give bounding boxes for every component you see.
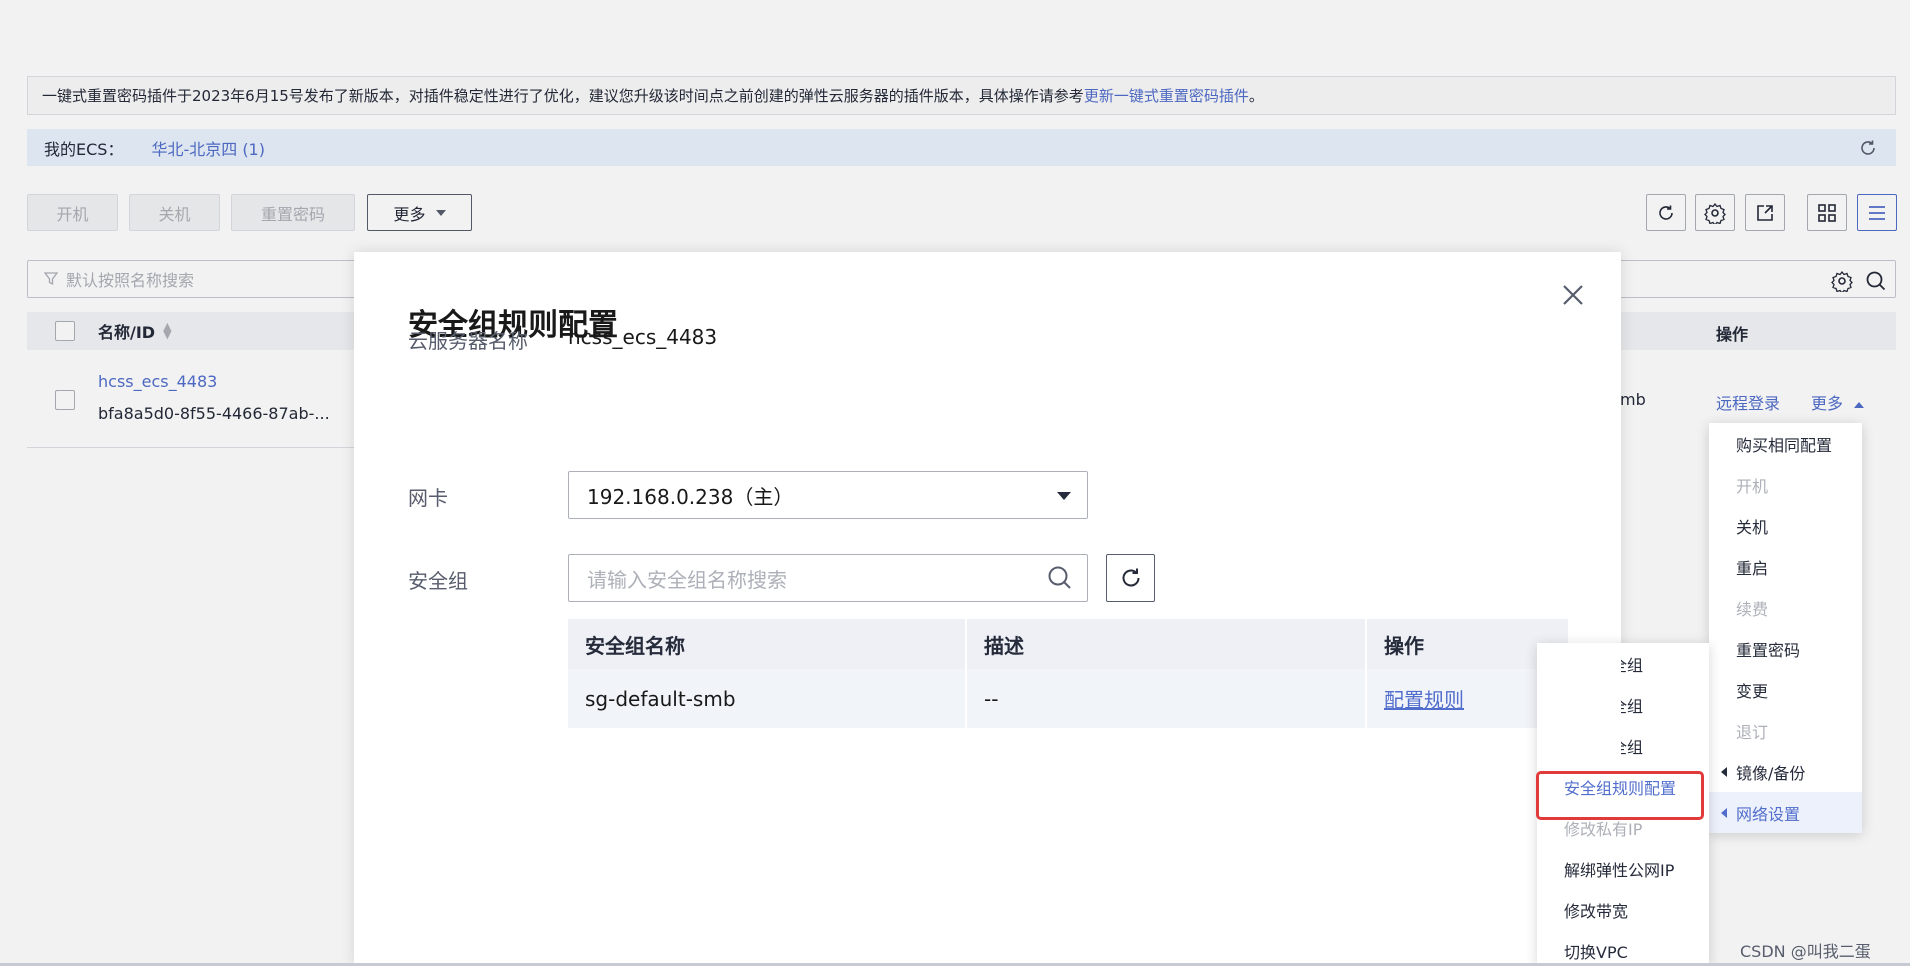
chevron-down-icon bbox=[1057, 492, 1071, 500]
menu-item-start: 开机 bbox=[1736, 476, 1769, 496]
menu-item-network-settings[interactable]: 网络设置 bbox=[1709, 792, 1862, 833]
nic-selected-value: 192.168.0.238（主） bbox=[587, 484, 794, 509]
menu-item-renew: 续费 bbox=[1736, 599, 1769, 619]
dialog-edge-cover bbox=[1537, 643, 1621, 766]
menu-item-modify[interactable]: 变更 bbox=[1709, 669, 1862, 710]
security-group-label: 安全组 bbox=[408, 569, 468, 593]
security-group-search-input[interactable]: 请输入安全组名称搜索 bbox=[568, 554, 1088, 602]
sg-search-placeholder: 请输入安全组名称搜索 bbox=[587, 567, 787, 592]
menu-item-switch-vpc[interactable]: 切换VPC bbox=[1537, 930, 1709, 966]
search-icon bbox=[1048, 566, 1071, 589]
sg-refresh-button[interactable] bbox=[1106, 554, 1155, 602]
chevron-left-icon bbox=[1721, 808, 1727, 818]
security-group-table: 安全组名称 描述 操作 sg-default-smb -- 配置规则 bbox=[568, 619, 1568, 728]
menu-item-unbind-eip[interactable]: 解绑弹性公网IP bbox=[1537, 848, 1709, 889]
refresh-icon bbox=[1122, 568, 1139, 587]
menu-item-modify-bandwidth[interactable]: 修改带宽 bbox=[1537, 889, 1709, 930]
sg-col-desc: 描述 bbox=[967, 619, 1367, 669]
sg-table-header: 安全组名称 描述 操作 bbox=[568, 619, 1568, 669]
configure-rules-link[interactable]: 配置规则 bbox=[1384, 684, 1464, 713]
menu-item-buy-same[interactable]: 购买相同配置 bbox=[1709, 423, 1862, 464]
menu-item-stop[interactable]: 关机 bbox=[1709, 505, 1862, 546]
chevron-left-icon bbox=[1721, 767, 1727, 777]
menu-item-image-backup[interactable]: 镜像/备份 bbox=[1709, 751, 1862, 792]
sg-desc-cell: -- bbox=[967, 669, 1367, 728]
sg-name-cell: sg-default-smb bbox=[568, 669, 967, 728]
menu-item-network-settings-label: 网络设置 bbox=[1736, 804, 1801, 824]
menu-item-image-backup-label: 镜像/备份 bbox=[1736, 763, 1806, 783]
watermark: CSDN @叫我二蛋 bbox=[1740, 942, 1871, 961]
server-name-value: hcss_ecs_4483 bbox=[568, 325, 718, 349]
close-icon[interactable] bbox=[1562, 282, 1584, 312]
security-group-dialog: 安全组规则配置 云服务器名称 hcss_ecs_4483 网卡 192.168.… bbox=[354, 252, 1621, 966]
nic-label: 网卡 bbox=[408, 486, 448, 510]
menu-item-reset-password[interactable]: 重置密码 bbox=[1709, 628, 1862, 669]
more-menu: 购买相同配置 开机 关机 重启 续费 重置密码 变更 退订 镜像/备份 网络设置 bbox=[1709, 423, 1862, 833]
menu-item-restart[interactable]: 重启 bbox=[1709, 546, 1862, 587]
server-name-label: 云服务器名称 bbox=[408, 329, 528, 353]
nic-select[interactable]: 192.168.0.238（主） bbox=[568, 471, 1088, 519]
table-row: sg-default-smb -- 配置规则 bbox=[568, 669, 1568, 728]
sg-col-name: 安全组名称 bbox=[568, 619, 967, 669]
menu-item-unsubscribe: 退订 bbox=[1736, 722, 1769, 742]
highlight-annotation bbox=[1536, 771, 1704, 820]
